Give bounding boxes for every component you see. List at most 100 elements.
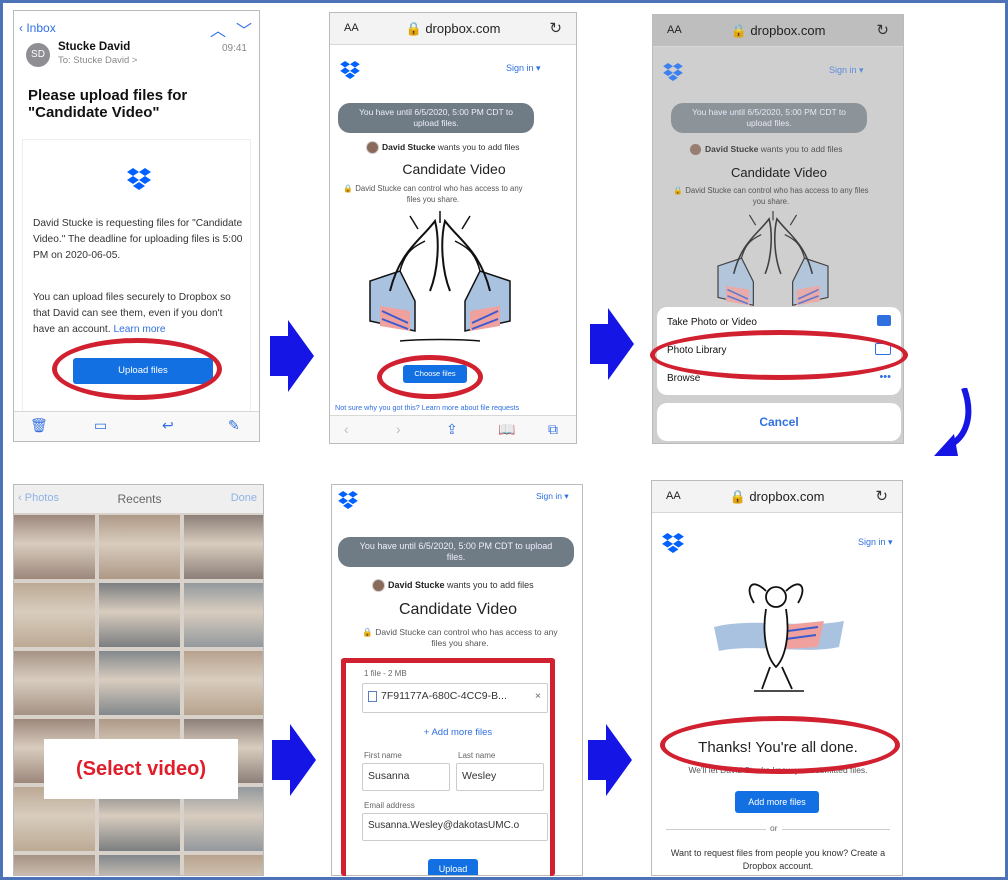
arrow-right-icon bbox=[272, 724, 316, 796]
url-domain: dropbox.com bbox=[749, 489, 825, 504]
last-name-field[interactable]: Wesley bbox=[456, 763, 544, 791]
back-icon[interactable]: ‹ bbox=[344, 421, 349, 437]
dropbox-logo-icon bbox=[338, 491, 358, 509]
dropbox-logo-icon bbox=[662, 533, 684, 553]
photo-thumbnail[interactable] bbox=[14, 515, 95, 579]
browser-url-bar[interactable]: AA 🔒 dropbox.com ↻ bbox=[653, 15, 903, 47]
tabs-icon[interactable]: ⧉ bbox=[548, 421, 558, 438]
url-text: 🔒 dropbox.com bbox=[730, 23, 826, 38]
photo-thumbnail[interactable] bbox=[99, 515, 180, 579]
add-more-files-link[interactable]: + Add more files bbox=[332, 727, 582, 738]
or-label: or bbox=[766, 823, 782, 833]
browser-url-bar[interactable]: AA 🔒 dropbox.com ↻ bbox=[330, 13, 576, 45]
email-label: Email address bbox=[364, 801, 415, 810]
photo-library-option[interactable]: Photo Library bbox=[667, 345, 726, 356]
deadline-banner: You have until 6/5/2020, 5:00 PM CDT to … bbox=[338, 537, 574, 567]
photo-thumbnail[interactable] bbox=[99, 651, 180, 715]
owner-line: David Stucke wants you to add files bbox=[689, 143, 843, 156]
owner-name: David Stucke bbox=[382, 141, 436, 152]
photos-title: Recents bbox=[117, 492, 162, 506]
celebration-illustration bbox=[714, 583, 844, 692]
access-note: 🔒 David Stucke can control who has acces… bbox=[343, 184, 523, 204]
mail-body-1: David Stucke is requesting files for "Ca… bbox=[33, 218, 243, 261]
photo-thumbnail[interactable] bbox=[184, 855, 263, 875]
reload-icon[interactable]: ↻ bbox=[876, 21, 889, 39]
first-name-field[interactable]: Susanna bbox=[362, 763, 450, 791]
forward-icon[interactable]: › bbox=[396, 421, 401, 437]
mail-time: 09:41 bbox=[221, 43, 247, 54]
owner-avatar bbox=[689, 143, 702, 156]
photos-done-button[interactable]: Done bbox=[231, 492, 257, 504]
owner-suffix: wants you to add files bbox=[760, 143, 843, 154]
mail-down-icon[interactable]: ﹀ bbox=[236, 17, 252, 41]
owner-line: David Stucke wants you to add files bbox=[366, 141, 520, 154]
access-note-text: David Stucke can control who has access … bbox=[355, 184, 523, 204]
mail-back-button[interactable]: ‹ Inbox bbox=[19, 21, 56, 35]
mail-to: To: Stucke David > bbox=[58, 55, 138, 66]
file-count: 1 file - 2 MB bbox=[364, 669, 407, 678]
url-text: 🔒 dropbox.com bbox=[729, 489, 825, 504]
photo-thumbnail[interactable] bbox=[14, 855, 95, 875]
last-name-label: Last name bbox=[458, 751, 496, 760]
reload-icon[interactable]: ↻ bbox=[549, 19, 562, 37]
photo-library-icon bbox=[875, 343, 891, 355]
photo-thumbnail[interactable] bbox=[14, 583, 95, 647]
browse-option[interactable]: Browse bbox=[667, 373, 700, 384]
action-sheet-panel: AA 🔒 dropbox.com ↻ Sign in ▾ You have un… bbox=[652, 14, 904, 444]
mail-up-icon[interactable]: ︿ bbox=[210, 17, 226, 41]
remove-file-button[interactable]: × bbox=[535, 690, 541, 702]
thanks-subtext: We'll let David Stucke know you submitte… bbox=[688, 765, 868, 775]
sign-in-link[interactable]: Sign in ▾ bbox=[858, 537, 893, 548]
upload-files-button[interactable]: Upload files bbox=[73, 358, 213, 384]
photo-thumbnail[interactable] bbox=[184, 515, 263, 579]
upload-button[interactable]: Upload bbox=[428, 859, 478, 875]
browser-url-bar[interactable]: AA 🔒 dropbox.com ↻ bbox=[652, 481, 902, 513]
choose-files-button[interactable]: Choose files bbox=[403, 365, 467, 383]
mail-panel: ‹ Inbox ︿ ﹀ SD Stucke David 09:41 To: St… bbox=[13, 10, 260, 442]
url-domain: dropbox.com bbox=[425, 21, 501, 36]
request-files-note: Want to request files from people you kn… bbox=[670, 848, 886, 871]
mail-subject: Please upload files for "Candidate Video… bbox=[28, 87, 188, 121]
photo-thumbnail[interactable] bbox=[184, 651, 263, 715]
owner-suffix: wants you to add files bbox=[437, 141, 520, 152]
url-domain: dropbox.com bbox=[750, 23, 826, 38]
sign-in-link[interactable]: Sign in ▾ bbox=[506, 63, 541, 74]
photo-thumbnail[interactable] bbox=[184, 583, 263, 647]
sign-in-link[interactable]: Sign in ▾ bbox=[829, 65, 864, 76]
sign-in-link[interactable]: Sign in ▾ bbox=[536, 491, 569, 502]
owner-line: David Stucke wants you to add files bbox=[372, 579, 534, 592]
access-note: 🔒 David Stucke can control who has acces… bbox=[673, 186, 869, 206]
deadline-banner: You have until 6/5/2020, 5:00 PM CDT to … bbox=[338, 103, 534, 133]
bookmarks-icon[interactable]: 📖 bbox=[498, 421, 515, 438]
cancel-button[interactable]: Cancel bbox=[657, 403, 901, 441]
mail-back-label: Inbox bbox=[26, 21, 56, 35]
action-sheet: Take Photo or Video Photo Library Browse… bbox=[657, 307, 901, 395]
share-icon[interactable]: ⇪ bbox=[446, 421, 458, 438]
praying-hands-illustration bbox=[717, 211, 829, 314]
photo-thumbnail[interactable] bbox=[99, 583, 180, 647]
camera-icon bbox=[877, 315, 891, 326]
request-title: Candidate Video bbox=[398, 601, 518, 618]
reply-icon[interactable]: ↩ bbox=[162, 417, 174, 434]
photos-header: ‹ Photos Recents Done bbox=[14, 485, 263, 513]
take-photo-option[interactable]: Take Photo or Video bbox=[667, 317, 757, 328]
add-more-files-button[interactable]: Add more files bbox=[735, 791, 819, 813]
file-request-help-link[interactable]: Not sure why you got this? Learn more ab… bbox=[335, 403, 575, 412]
email-field[interactable]: Susanna.Wesley@dakotasUMC.o bbox=[362, 813, 548, 841]
learn-more-link[interactable]: Learn more bbox=[113, 324, 165, 335]
file-chip: 7F91177A-680C-4CC9-B... × bbox=[362, 683, 548, 713]
reload-icon[interactable]: ↻ bbox=[875, 487, 888, 505]
trash-icon[interactable]: 🗑 bbox=[30, 417, 48, 434]
folder-icon[interactable]: ▭ bbox=[94, 417, 107, 434]
mail-card: David Stucke is requesting files for "Ca… bbox=[22, 139, 251, 415]
arrow-right-icon bbox=[588, 724, 632, 796]
browse-label: Browse bbox=[667, 373, 701, 384]
mail-toolbar: 🗑 ▭ ↩ ✎ bbox=[14, 411, 259, 441]
curved-arrow-icon bbox=[934, 388, 972, 456]
photo-thumbnail[interactable] bbox=[99, 855, 180, 875]
compose-icon[interactable]: ✎ bbox=[228, 417, 240, 434]
photos-panel: ‹ Photos Recents Done (Select video) bbox=[13, 484, 264, 876]
praying-hands-illustration bbox=[369, 211, 511, 342]
photo-thumbnail[interactable] bbox=[14, 651, 95, 715]
done-panel: AA 🔒 dropbox.com ↻ Sign in ▾ Thanks! You… bbox=[651, 480, 903, 876]
